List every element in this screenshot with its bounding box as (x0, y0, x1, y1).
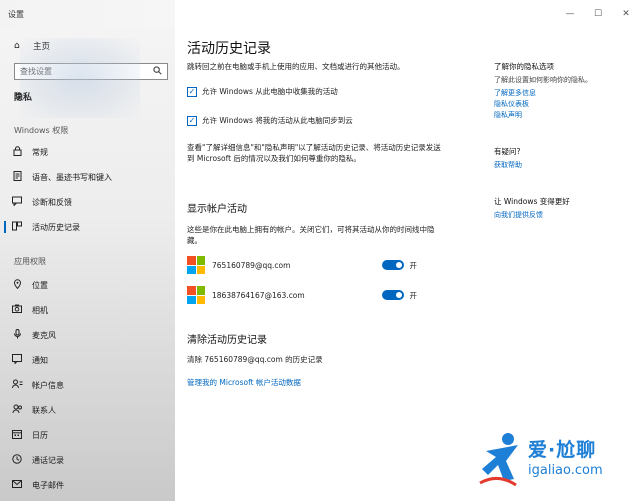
search-input[interactable] (20, 67, 140, 76)
sync-activity-label: 允许 Windows 将我的活动从此电脑同步到云 (202, 116, 353, 125)
sidebar-item-label: 语音、墨迹书写和键入 (32, 172, 112, 182)
sidebar-item-label: 常规 (32, 147, 48, 157)
sidebar-item-calendar[interactable]: 日历 (10, 426, 170, 444)
call-history-icon (10, 453, 24, 467)
sidebar-item-label: 位置 (32, 280, 48, 290)
maximize-button[interactable]: ☐ (584, 0, 612, 28)
privacy-options-title: 了解你的隐私选项 (494, 62, 554, 71)
collect-activity-checkbox-row[interactable]: ✓ 允许 Windows 从此电脑中收集我的活动 (187, 86, 338, 97)
clear-history-description: 清除 765160789@qq.com 的历史记录 (187, 355, 323, 364)
collect-activity-label: 允许 Windows 从此电脑中收集我的活动 (202, 87, 338, 96)
calendar-icon (10, 429, 24, 442)
microsoft-logo-icon (187, 256, 205, 274)
microsoft-logo-icon (187, 286, 205, 304)
sidebar-item-label: 麦克风 (32, 330, 56, 340)
account-activity-toggle[interactable] (381, 260, 404, 270)
privacy-info-text: 查看"了解详细信息"和"隐私声明"以了解活动历史记录、将活动历史记录发送到 Mi… (187, 143, 441, 163)
sidebar-item-label: 联系人 (32, 405, 56, 415)
location-icon (10, 278, 24, 292)
clear-history-title: 清除活动历史记录 (187, 335, 267, 346)
sidebar-item-label: 诊断和反馈 (32, 197, 72, 207)
sidebar-item-label: 通知 (32, 355, 48, 365)
sidebar-item-label: 通话记录 (32, 455, 64, 465)
sidebar-item-contacts[interactable]: 联系人 (10, 401, 170, 419)
privacy-statement-link[interactable]: 隐私声明 (494, 110, 522, 120)
sidebar-item-account-info[interactable]: 帐户信息 (10, 376, 170, 394)
search-icon[interactable] (153, 66, 162, 77)
account-activity-toggle[interactable] (381, 290, 404, 300)
sidebar: ⌂ 主页 隐私 Windows 权限 常规 语音、墨迹书写和键入 (0, 28, 175, 501)
account-row: 765160789@qq.com 开 (187, 254, 417, 276)
settings-window: 设置 — ☐ ✕ ⌂ 主页 隐私 Windows 权限 常规 (0, 0, 640, 501)
collect-activity-checkbox[interactable]: ✓ (187, 86, 197, 97)
nav-home[interactable]: ⌂ 主页 (14, 40, 50, 52)
toggle-state-label: 开 (409, 260, 418, 270)
sidebar-item-label: 日历 (32, 430, 48, 440)
manage-activity-data-link[interactable]: 管理我的 Microsoft 帐户活动数据 (187, 377, 301, 388)
page-description: 跳转回之前在电脑或手机上使用的应用、文档或进行的其他活动。 (187, 62, 405, 71)
sidebar-item-notifications[interactable]: 通知 (10, 351, 170, 369)
notification-icon (10, 353, 24, 367)
nav-home-label: 主页 (33, 42, 51, 52)
window-title: 设置 (8, 9, 24, 19)
questions-title: 有疑问? (494, 147, 521, 156)
privacy-options-description: 了解此设置如何影响你的隐私。 (494, 76, 592, 84)
close-button[interactable]: ✕ (612, 0, 640, 28)
sync-activity-checkbox[interactable]: ✓ (187, 115, 197, 126)
toggle-state-label: 开 (409, 290, 418, 300)
accounts-description: 这些是你在此电脑上拥有的帐户。关闭它们，可将其活动从你的时间线中隐藏。 (187, 225, 435, 245)
sidebar-item-camera[interactable]: 相机 (10, 301, 170, 319)
watermark: 爱·尬聊 igaliao.com (470, 425, 635, 495)
sidebar-item-diagnostics[interactable]: 诊断和反馈 (10, 193, 170, 211)
sidebar-item-label: 活动历史记录 (32, 222, 80, 232)
sidebar-item-general[interactable]: 常规 (10, 143, 170, 161)
main-content: 活动历史记录 跳转回之前在电脑或手机上使用的应用、文档或进行的其他活动。 ✓ 允… (175, 28, 465, 501)
title-bar: 设置 — ☐ ✕ (0, 0, 640, 28)
sidebar-item-microphone[interactable]: 麦克风 (10, 326, 170, 344)
sidebar-item-call-history[interactable]: 通话记录 (10, 451, 170, 469)
account-email: 18638764167@163.com (212, 290, 305, 300)
sidebar-item-speech[interactable]: 语音、墨迹书写和键入 (10, 168, 170, 186)
microphone-icon (10, 328, 24, 342)
sidebar-item-activity-history[interactable]: 活动历史记录 (4, 218, 170, 236)
sidebar-item-label: 帐户信息 (32, 380, 64, 390)
lock-icon (10, 145, 24, 159)
notepad-icon (10, 170, 24, 184)
account-row: 18638764167@163.com 开 (187, 284, 417, 306)
privacy-header: 隐私 (14, 93, 33, 103)
email-icon (10, 479, 24, 491)
give-feedback-link[interactable]: 向我们提供反馈 (494, 210, 543, 220)
get-help-link[interactable]: 获取帮助 (494, 160, 522, 170)
home-icon: ⌂ (14, 41, 20, 51)
privacy-dashboard-link[interactable]: 隐私仪表板 (494, 99, 529, 109)
account-info-icon (10, 379, 24, 392)
sync-activity-checkbox-row[interactable]: ✓ 允许 Windows 将我的活动从此电脑同步到云 (187, 115, 353, 126)
sidebar-item-label: 相机 (32, 305, 48, 315)
learn-more-link[interactable]: 了解更多信息 (494, 88, 536, 98)
page-title: 活动历史记录 (187, 41, 271, 57)
windows-permissions-header: Windows 权限 (14, 126, 69, 135)
account-email: 765160789@qq.com (212, 260, 291, 270)
search-box (14, 63, 168, 80)
sidebar-item-label: 电子邮件 (32, 480, 64, 490)
feedback-icon (10, 196, 24, 209)
minimize-button[interactable]: — (556, 0, 584, 28)
contacts-icon (10, 404, 24, 417)
watermark-domain: igaliao.com (528, 463, 603, 478)
watermark-chinese: 爱·尬聊 (528, 439, 597, 461)
window-controls: — ☐ ✕ (556, 0, 640, 28)
app-permissions-header: 应用权限 (14, 257, 46, 266)
sidebar-item-location[interactable]: 位置 (10, 276, 170, 294)
watermark-logo-icon (479, 433, 518, 487)
improve-windows-title: 让 Windows 变得更好 (494, 197, 570, 206)
sidebar-item-email[interactable]: 电子邮件 (10, 476, 170, 494)
accounts-section-title: 显示帐户活动 (187, 204, 247, 215)
history-icon (10, 221, 24, 234)
camera-icon (10, 304, 24, 316)
